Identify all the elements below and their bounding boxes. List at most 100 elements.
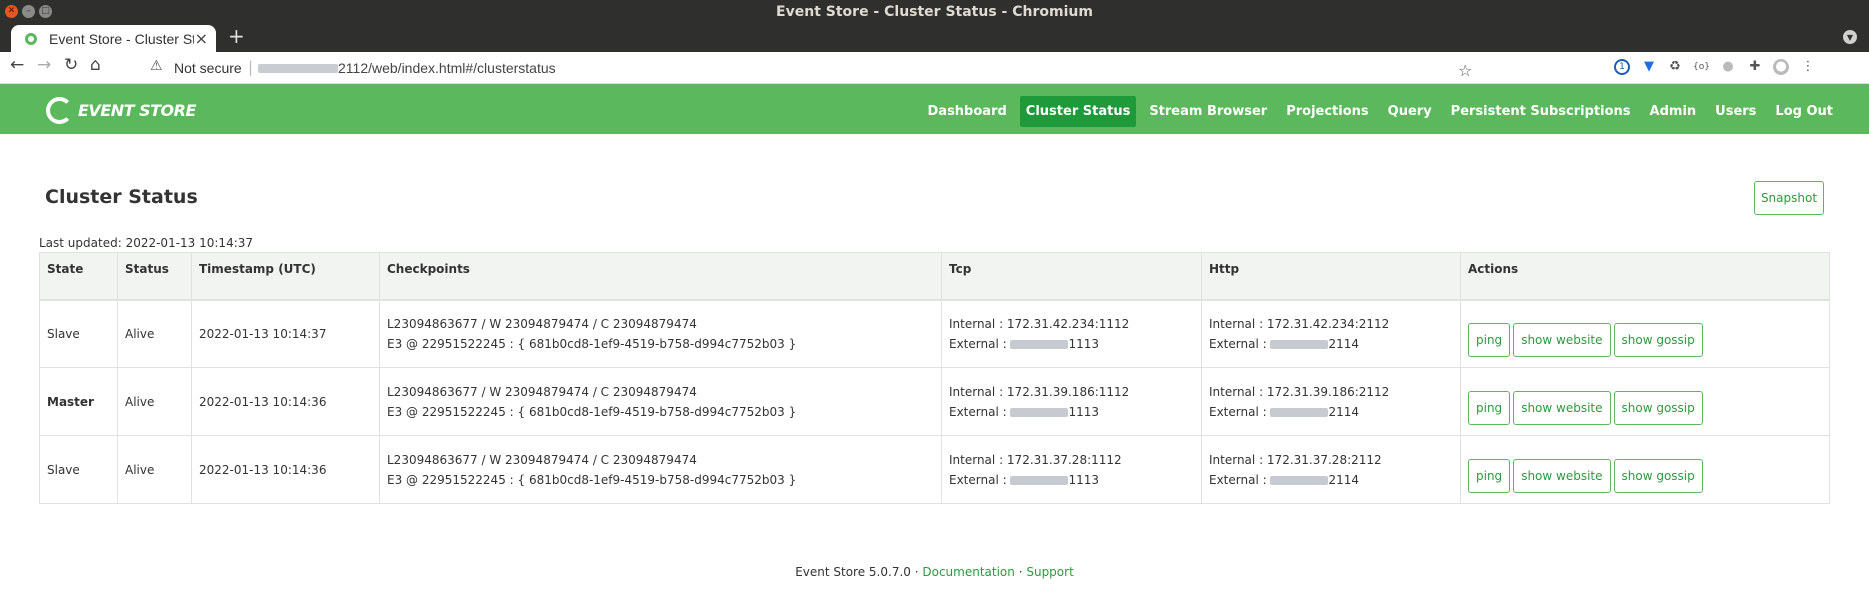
cell-tcp: Internal : 172.31.39.186:1112 External :… (941, 367, 1202, 436)
table-header-row: State Status Timestamp (UTC) Checkpoints… (39, 252, 1830, 301)
tcp-external-label: External : (949, 472, 1011, 487)
show-website-button[interactable]: show website (1513, 323, 1611, 357)
cell-actions: ping show website show gossip (1460, 299, 1830, 368)
tab-search-icon[interactable]: ▼ (1843, 30, 1857, 44)
tcp-external: External : 1113 (949, 334, 1194, 354)
nav-projections[interactable]: Projections (1280, 96, 1374, 127)
http-external: External : 2114 (1209, 334, 1453, 354)
show-website-button[interactable]: show website (1513, 459, 1611, 493)
url-host-redacted (258, 64, 338, 73)
tcp-external-label: External : (949, 404, 1011, 419)
plus-icon[interactable]: + (228, 26, 245, 46)
cell-checkpoints: L23094863677 / W 23094879474 / C 2309487… (379, 435, 942, 504)
tcp-internal: Internal : 172.31.37.28:1112 (949, 452, 1122, 467)
http-internal: Internal : 172.31.37.28:2112 (1209, 452, 1382, 467)
ip-redacted (1010, 339, 1069, 349)
nav-persistent-subscriptions[interactable]: Persistent Subscriptions (1445, 96, 1637, 127)
page-footer: Event Store 5.0.7.0 · Documentation · Su… (0, 565, 1869, 579)
event-store-logo[interactable]: EVENT STORE (46, 97, 196, 124)
ip-redacted (1010, 475, 1069, 485)
col-header-checkpoints: Checkpoints (379, 252, 942, 301)
support-link[interactable]: Support (1026, 565, 1073, 579)
tcp-external-port: 1113 (1068, 404, 1100, 419)
show-gossip-button[interactable]: show gossip (1613, 323, 1703, 357)
ping-button[interactable]: ping (1468, 459, 1511, 493)
col-header-tcp: Tcp (941, 252, 1202, 301)
logo-text: EVENT STORE (78, 101, 196, 120)
show-website-button[interactable]: show website (1513, 391, 1611, 425)
home-icon[interactable]: ⌂ (90, 57, 101, 74)
footer-separator: · (1014, 565, 1027, 579)
cell-actions: ping show website show gossip (1460, 367, 1830, 436)
nav-cluster-status[interactable]: Cluster Status (1019, 96, 1137, 127)
http-external-label: External : (1209, 472, 1271, 487)
http-external-label: External : (1209, 404, 1271, 419)
cell-checkpoints: L23094863677 / W 23094879474 / C 2309487… (379, 367, 942, 436)
extension-v-icon[interactable]: ▼ (1641, 59, 1657, 75)
nav-query[interactable]: Query (1382, 96, 1438, 127)
ip-redacted (1010, 407, 1069, 417)
bookmark-star-icon[interactable]: ☆ (1458, 61, 1472, 80)
tcp-internal: Internal : 172.31.42.234:1112 (949, 316, 1130, 331)
cell-status: Alive (117, 435, 192, 504)
cell-timestamp: 2022-01-13 10:14:37 (191, 299, 380, 368)
nav-dashboard[interactable]: Dashboard (922, 96, 1013, 127)
extension-recycle-icon[interactable]: ♻ (1667, 59, 1683, 75)
nav-admin[interactable]: Admin (1644, 96, 1703, 127)
reload-icon[interactable]: ↻ (64, 57, 78, 74)
cell-state: Slave (39, 435, 118, 504)
profile-avatar-icon[interactable]: ● (1773, 59, 1789, 75)
nav-stream-browser[interactable]: Stream Browser (1143, 96, 1273, 127)
col-header-status: Status (117, 252, 192, 301)
cluster-table: State Status Timestamp (UTC) Checkpoints… (39, 252, 1830, 504)
window-title: Event Store - Cluster Status - Chromium (776, 4, 1093, 20)
cell-http: Internal : 172.31.39.186:2112 External :… (1201, 367, 1461, 436)
documentation-link[interactable]: Documentation (922, 565, 1015, 579)
cell-http: Internal : 172.31.37.28:2112 External : … (1201, 435, 1461, 504)
cell-tcp: Internal : 172.31.42.234:1112 External :… (941, 299, 1202, 368)
http-external-port: 2114 (1328, 404, 1360, 419)
tcp-external-port: 1113 (1068, 336, 1100, 351)
address-bar[interactable]: ⚠ Not secure | 2112/web/index.html#/clus… (140, 55, 1600, 81)
cell-status: Alive (117, 299, 192, 368)
footer-version: Event Store 5.0.7.0 (795, 565, 911, 579)
tcp-external: External : 1113 (949, 470, 1194, 490)
tcp-external: External : 1113 (949, 402, 1194, 422)
cell-checkpoints: L23094863677 / W 23094879474 / C 2309487… (379, 299, 942, 368)
show-gossip-button[interactable]: show gossip (1613, 459, 1703, 493)
tab-title: Event Store - Cluster Status (49, 31, 194, 47)
password-manager-icon[interactable]: 1 (1614, 59, 1630, 75)
http-external-port: 2114 (1328, 472, 1360, 487)
cell-status: Alive (117, 367, 192, 436)
tcp-external-label: External : (949, 336, 1011, 351)
cell-timestamp: 2022-01-13 10:14:36 (191, 367, 380, 436)
nav-users[interactable]: Users (1709, 96, 1762, 127)
ip-redacted (1270, 475, 1329, 485)
back-icon[interactable]: ← (10, 57, 24, 74)
ping-button[interactable]: ping (1468, 323, 1511, 357)
nav-log-out[interactable]: Log Out (1769, 96, 1839, 127)
url-text: 2112/web/index.html#/clusterstatus (338, 60, 556, 76)
show-gossip-button[interactable]: show gossip (1613, 391, 1703, 425)
tab-close-icon[interactable]: × (195, 29, 208, 48)
page-title: Cluster Status (45, 186, 198, 208)
forward-icon[interactable]: → (37, 57, 51, 74)
http-internal: Internal : 172.31.39.186:2112 (1209, 384, 1390, 399)
extensions-puzzle-icon[interactable]: ✚ (1747, 59, 1763, 75)
extension-code-icon[interactable]: {o} (1693, 59, 1710, 75)
window-titlebar: ✕ – □ Event Store - Cluster Status - Chr… (0, 0, 1869, 23)
cell-state: Slave (39, 299, 118, 368)
security-label: Not secure (174, 60, 242, 76)
checkpoint-line: L23094863677 / W 23094879474 / C 2309487… (387, 452, 697, 467)
browser-menu-icon[interactable]: ⋮ (1800, 59, 1816, 75)
ping-button[interactable]: ping (1468, 391, 1511, 425)
checkpoint-line: L23094863677 / W 23094879474 / C 2309487… (387, 316, 697, 331)
browser-tab[interactable]: Event Store - Cluster Status × (11, 25, 216, 52)
snapshot-button[interactable]: Snapshot (1754, 181, 1824, 215)
extension-disabled-icon[interactable]: ● (1720, 59, 1736, 75)
http-external-label: External : (1209, 336, 1271, 351)
logo-icon (46, 97, 73, 124)
http-external-port: 2114 (1328, 336, 1360, 351)
favicon-icon (25, 33, 37, 45)
epoch-line: E3 @ 22951522245 : { 681b0cd8-1ef9-4519-… (387, 404, 797, 419)
